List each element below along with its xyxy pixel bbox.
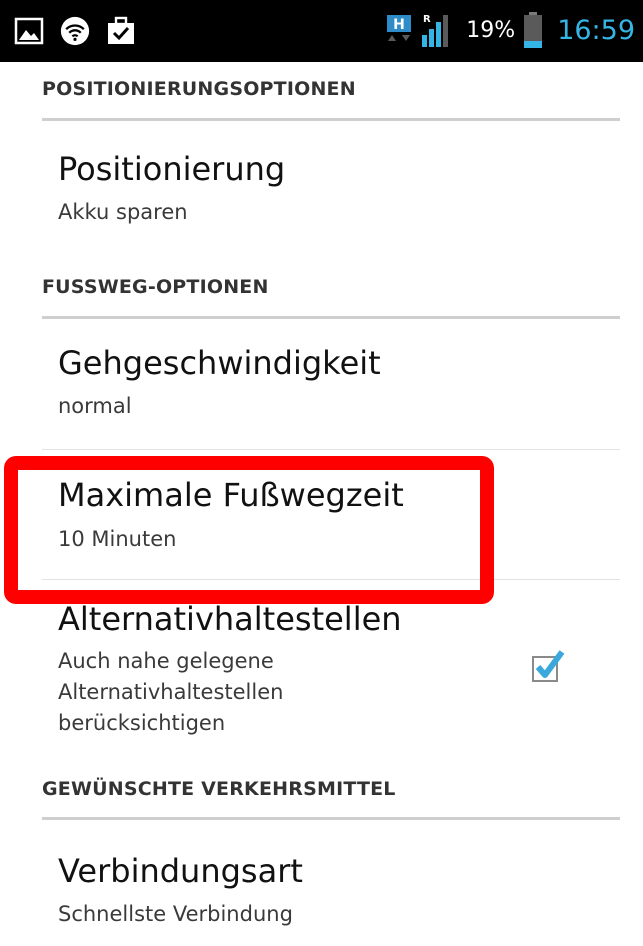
item-divider: [42, 449, 620, 450]
battery-percent: 19%: [466, 17, 516, 43]
item-divider: [42, 579, 620, 580]
pref-connection-type-summary: Schnellste Verbindung: [58, 902, 293, 926]
image-icon: [14, 16, 44, 46]
status-bar: H R 19% 16:59: [0, 0, 643, 62]
pref-alternative-stops-title: Alternativhaltestellen: [58, 600, 402, 638]
pref-connection-type-title: Verbindungsart: [58, 852, 303, 890]
clock: 16:59: [557, 14, 635, 46]
briefcase-check-icon: [106, 16, 136, 46]
pref-max-walk-time-summary: 10 Minuten: [58, 527, 177, 551]
pref-positioning-summary: Akku sparen: [58, 200, 188, 224]
pref-walking-speed-summary: normal: [58, 394, 132, 418]
hspa-icon: H: [386, 13, 412, 47]
checkbox-checked-icon: [532, 650, 565, 682]
section-divider: [42, 118, 620, 121]
section-divider: [42, 316, 620, 319]
notification-icons: [14, 14, 136, 48]
pref-walking-speed-title: Gehgeschwindigkeit: [58, 344, 381, 382]
svg-text:R: R: [423, 14, 431, 25]
battery-icon: [523, 11, 543, 49]
system-icons: H R 19% 16:59: [386, 10, 635, 50]
pref-max-walk-time-title: Maximale Fußwegzeit: [58, 476, 404, 514]
section-header-walking: FUSSWEG-OPTIONEN: [42, 276, 269, 298]
svg-text:H: H: [393, 17, 405, 33]
pref-alternative-stops-summary-line1: Auch nahe gelegene: [58, 649, 274, 673]
wifi-icon: [58, 16, 92, 46]
signal-icon: R: [420, 11, 454, 49]
section-header-transport: GEWÜNSCHTE VERKEHRSMITTEL: [42, 778, 396, 800]
pref-positioning-title: Positionierung: [58, 150, 286, 188]
pref-alternative-stops-summary-line2: Alternativhaltestellen: [58, 680, 284, 704]
pref-alternative-stops-summary-line3: berücksichtigen: [58, 711, 226, 735]
section-divider: [42, 817, 620, 820]
alternative-stops-checkbox[interactable]: [530, 647, 566, 683]
section-header-positioning: POSITIONIERUNGSOPTIONEN: [42, 78, 356, 100]
